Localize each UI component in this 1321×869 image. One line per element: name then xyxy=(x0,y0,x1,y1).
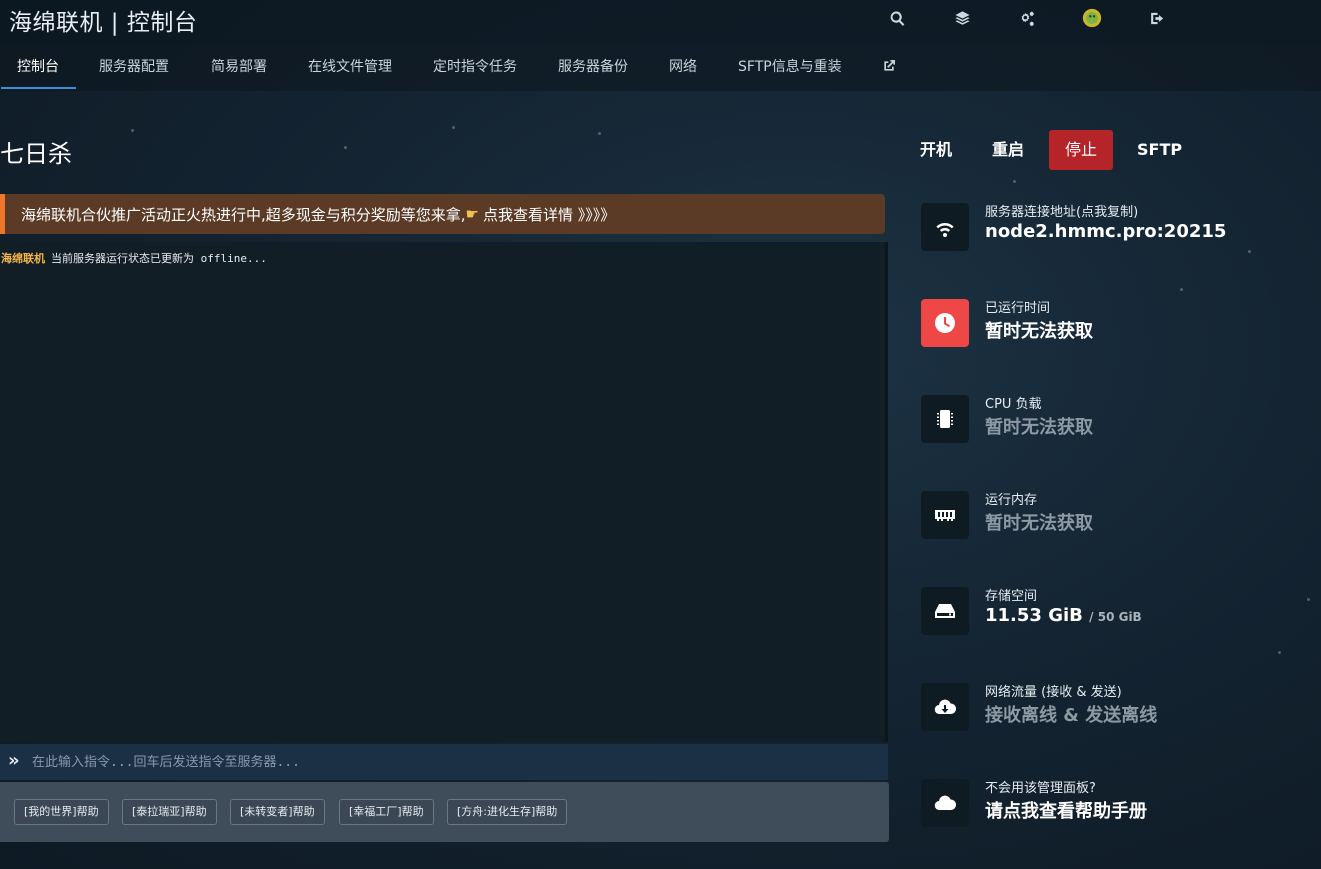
app-title: 海绵联机 | 控制台 xyxy=(9,10,198,36)
stat-address[interactable]: 服务器连接地址(点我复制) node2.hmmc.pro:20215 xyxy=(921,203,1301,253)
console-line: 海绵联机 当前服务器运行状态已更新为 offline... xyxy=(1,250,267,266)
clock-icon xyxy=(921,299,969,347)
console-prefix: 海绵联机 xyxy=(1,252,45,265)
tab-scheduled-tasks[interactable]: 定时指令任务 xyxy=(433,45,517,91)
background-star xyxy=(344,146,347,149)
stat-storage: 存储空间 11.53 GiB / 50 GiB xyxy=(921,587,1301,637)
layers-icon[interactable] xyxy=(945,0,979,36)
cloud-upload-icon xyxy=(921,779,969,827)
settings-icon[interactable] xyxy=(1010,0,1044,36)
promo-banner[interactable]: 海绵联机合伙推广活动正火热进行中,超多现金与积分奖励等您来拿, ☛ 点我查看详情… xyxy=(0,194,885,234)
help-button-bar: [我的世界]帮助 [泰拉瑞亚]帮助 [未转变者]帮助 [幸福工厂]帮助 [方舟:… xyxy=(0,782,889,842)
top-icon-group xyxy=(880,0,1205,36)
tab-sftp[interactable]: SFTP信息与重装 xyxy=(738,45,842,91)
background-star xyxy=(1278,651,1281,654)
promo-link[interactable]: 点我查看详情 》》》》 xyxy=(483,204,615,225)
cpu-icon xyxy=(921,395,969,443)
stat-network-value: 接收离线 & 发送离线 xyxy=(985,705,1158,726)
help-minecraft-button[interactable]: [我的世界]帮助 xyxy=(14,799,109,825)
stat-uptime-label: 已运行时间 xyxy=(985,301,1051,316)
background-star xyxy=(598,132,601,135)
stat-uptime-value: 暂时无法获取 xyxy=(985,321,1093,342)
pointing-hand-icon: ☛ xyxy=(465,205,479,223)
external-link-icon[interactable] xyxy=(881,58,897,76)
command-input[interactable] xyxy=(32,748,872,776)
help-unturned-button[interactable]: [未转变者]帮助 xyxy=(230,799,325,825)
stat-memory-label: 运行内存 xyxy=(985,493,1038,508)
stat-storage-label: 存储空间 xyxy=(985,589,1038,604)
command-bar: » xyxy=(0,744,888,780)
help-terraria-button[interactable]: [泰拉瑞亚]帮助 xyxy=(122,799,217,825)
hdd-icon xyxy=(921,587,969,635)
tab-console[interactable]: 控制台 xyxy=(17,45,59,91)
stat-address-label: 服务器连接地址(点我复制) xyxy=(985,205,1139,220)
memory-icon xyxy=(921,491,969,539)
console-message: 当前服务器运行状态已更新为 offline... xyxy=(51,252,267,265)
tab-simple-deploy[interactable]: 简易部署 xyxy=(211,45,267,91)
background-star xyxy=(452,126,455,129)
stat-storage-used: 11.53 GiB xyxy=(985,605,1083,626)
tab-backup[interactable]: 服务器备份 xyxy=(558,45,628,91)
server-name: 七日杀 xyxy=(0,140,72,168)
cloud-download-icon xyxy=(921,683,969,731)
background-star xyxy=(1307,598,1310,601)
active-tab-indicator xyxy=(1,87,76,89)
stat-help-value[interactable]: 请点我查看帮助手册 xyxy=(985,797,1147,823)
stat-storage-value: 11.53 GiB / 50 GiB xyxy=(985,605,1142,626)
sftp-button[interactable]: SFTP xyxy=(1137,130,1182,170)
tab-file-manager[interactable]: 在线文件管理 xyxy=(308,45,392,91)
stat-help-label: 不会用该管理面板? xyxy=(985,781,1096,796)
stat-memory-value: 暂时无法获取 xyxy=(985,513,1093,534)
promo-text: 海绵联机合伙推广活动正火热进行中,超多现金与积分奖励等您来拿, xyxy=(21,205,466,224)
stat-help[interactable]: 不会用该管理面板? 请点我查看帮助手册 xyxy=(921,779,1301,829)
stat-cpu: CPU 负载 暂时无法获取 xyxy=(921,395,1301,445)
tab-server-config[interactable]: 服务器配置 xyxy=(99,45,169,91)
main-nav: 控制台 服务器配置 简易部署 在线文件管理 定时指令任务 服务器备份 网络 SF… xyxy=(0,45,1321,91)
stat-network: 网络流量 (接收 & 发送) 接收离线 & 发送离线 xyxy=(921,683,1301,733)
stat-memory: 运行内存 暂时无法获取 xyxy=(921,491,1301,541)
background-star xyxy=(1013,180,1016,183)
help-ark-button[interactable]: [方舟:进化生存]帮助 xyxy=(447,799,568,825)
search-icon[interactable] xyxy=(880,0,914,36)
tab-network[interactable]: 网络 xyxy=(669,45,697,91)
logout-icon[interactable] xyxy=(1140,0,1174,36)
stat-storage-total: / 50 GiB xyxy=(1089,610,1142,624)
stat-cpu-value: 暂时无法获取 xyxy=(985,417,1093,438)
stat-cpu-label: CPU 负载 xyxy=(985,397,1042,412)
console-output[interactable]: 海绵联机 当前服务器运行状态已更新为 offline... xyxy=(0,242,888,742)
wifi-icon xyxy=(921,203,969,251)
stat-address-value: node2.hmmc.pro:20215 xyxy=(985,221,1227,242)
background-star xyxy=(131,129,134,132)
background-star xyxy=(1180,288,1183,291)
stat-uptime: 已运行时间 暂时无法获取 xyxy=(921,299,1301,349)
restart-button[interactable]: 重启 xyxy=(992,130,1024,170)
command-prompt-icon: » xyxy=(8,750,20,771)
avatar-icon[interactable] xyxy=(1075,0,1109,36)
stop-button[interactable]: 停止 xyxy=(1049,130,1113,170)
help-satisfactory-button[interactable]: [幸福工厂]帮助 xyxy=(339,799,434,825)
stat-network-label: 网络流量 (接收 & 发送) xyxy=(985,685,1122,700)
top-bar: 海绵联机 | 控制台 xyxy=(0,0,1321,45)
start-button[interactable]: 开机 xyxy=(920,130,952,170)
